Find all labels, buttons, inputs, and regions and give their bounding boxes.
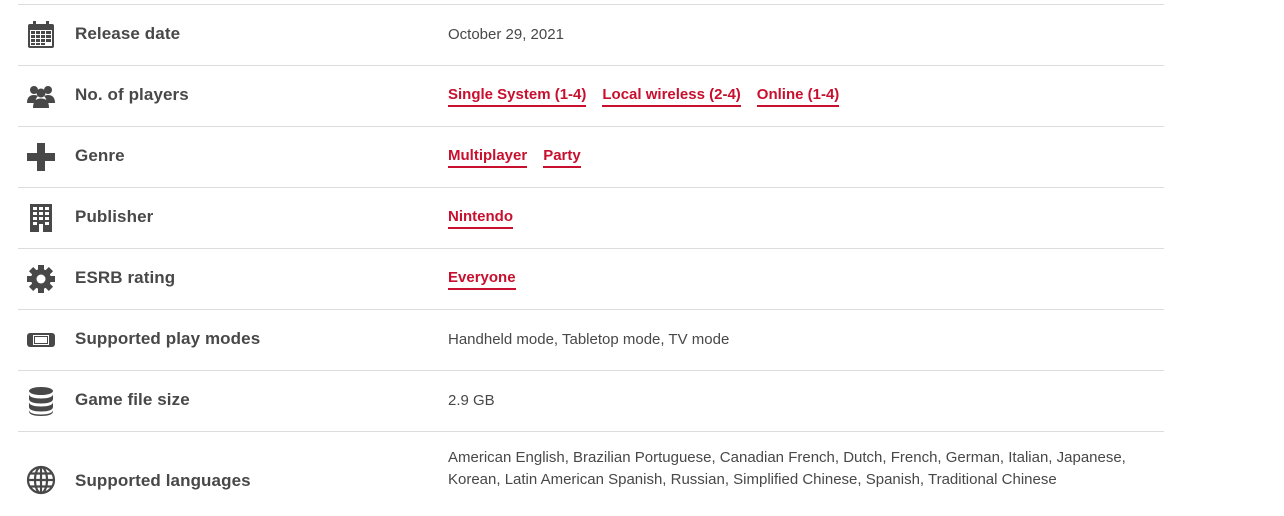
esrb-label: ESRB rating [75,268,176,287]
play-modes-value: Handheld mode, Tabletop mode, TV mode [448,331,730,348]
publisher-label: Publisher [75,207,154,226]
link-nintendo[interactable]: Nintendo [448,208,513,229]
link-party[interactable]: Party [543,147,581,168]
globe-icon [24,463,58,497]
languages-label: Supported languages [75,471,251,490]
file-size-value: 2.9 GB [448,392,495,409]
row-publisher: Publisher Nintendo [18,188,1164,249]
row-languages: Supported languages American English, Br… [18,432,1164,516]
database-icon [24,384,58,418]
link-everyone[interactable]: Everyone [448,269,516,290]
play-modes-label: Supported play modes [75,329,261,348]
switch-console-icon [24,323,58,357]
publisher-links: Nintendo [448,208,513,229]
row-genre: Genre Multiplayer Party [18,127,1164,188]
game-info-table: Release date October 29, 2021 No. of pla… [18,4,1164,516]
row-esrb-rating: ESRB rating Everyone [18,249,1164,310]
gear-icon [24,262,58,296]
release-date-label: Release date [75,24,181,43]
genre-label: Genre [75,146,125,165]
row-release-date: Release date October 29, 2021 [18,5,1164,66]
link-multiplayer[interactable]: Multiplayer [448,147,528,168]
link-single-system[interactable]: Single System (1-4) [448,86,587,107]
row-play-modes: Supported play modes Handheld mode, Tabl… [18,310,1164,371]
row-file-size: Game file size 2.9 GB [18,371,1164,432]
genre-links: Multiplayer Party [448,147,581,168]
dpad-icon [24,140,58,174]
players-links: Single System (1-4) Local wireless (2-4)… [448,86,840,107]
players-label: No. of players [75,85,189,104]
row-no-of-players: No. of players Single System (1-4) Local… [18,66,1164,127]
players-icon [24,79,58,113]
link-online[interactable]: Online (1-4) [756,86,840,107]
calendar-icon [24,18,58,52]
building-icon [24,201,58,235]
link-local-wireless[interactable]: Local wireless (2-4) [602,86,741,107]
languages-value: American English, Brazilian Portuguese, … [448,449,1126,488]
file-size-label: Game file size [75,390,190,409]
esrb-links: Everyone [448,269,516,290]
release-date-value: October 29, 2021 [448,26,564,43]
